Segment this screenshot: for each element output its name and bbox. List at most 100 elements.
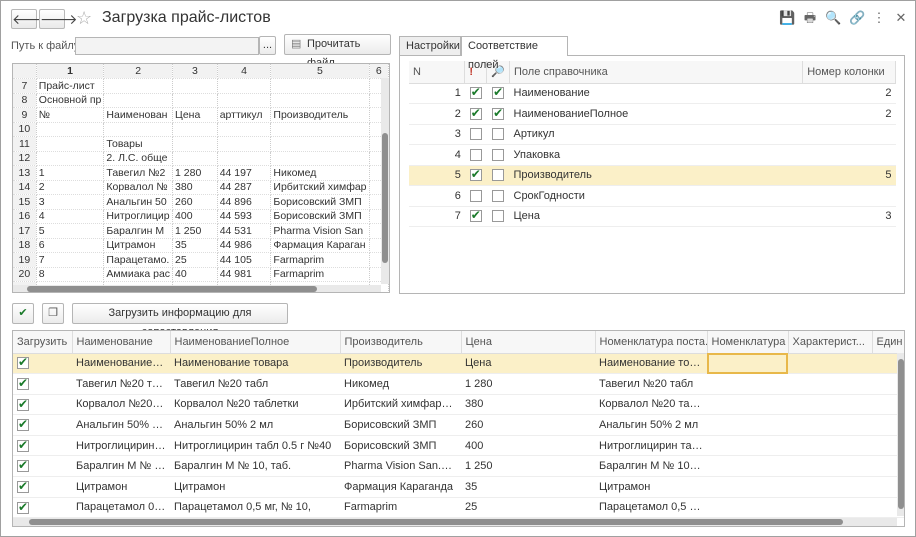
results-cell-char[interactable] [788,497,872,519]
sheet-row-number[interactable]: 14 [13,180,37,195]
results-cell-price[interactable]: 1 280 [461,373,595,395]
sheet-cell[interactable] [172,136,218,152]
results-cell-char[interactable] [788,435,872,457]
results-cell-full[interactable]: Нитроглицирин табл 0.5 г №40 [170,435,340,457]
sheet-row-number[interactable]: 8 [13,93,37,108]
check-all-button[interactable]: ✔ [12,303,34,324]
file-path-input[interactable] [75,37,259,55]
results-cell-name[interactable]: Наименование т... [72,353,170,375]
checkbox[interactable] [469,167,482,182]
sheet-cell[interactable]: Товары [103,136,174,152]
mapping-col-n[interactable]: N [409,61,466,84]
sheet-cell[interactable] [217,136,272,152]
load-checkbox[interactable] [17,500,29,514]
results-cell-full[interactable]: Анальгин 50% 2 мл [170,414,340,436]
mapping-field-name[interactable]: СрокГодности [509,185,803,207]
spreadsheet-preview[interactable]: 1 2 3 4 5 6 7 Прайс-лист 8 Основной пр 9 № Наи… [12,63,390,293]
load-checkbox-cell[interactable] [13,394,72,416]
mapping-n[interactable]: 5 [409,165,465,186]
results-cell-char[interactable] [788,353,872,375]
results-cell-nom[interactable] [707,497,788,519]
sheet-cell[interactable]: 400 [172,209,218,224]
results-cell-full[interactable]: Корвалол №20 таблетки [170,394,340,416]
results-cell-nom_sup[interactable]: Парацетамол 0,5 мг,... [595,497,707,519]
sheet-cell[interactable] [270,93,370,108]
sheet-cell[interactable]: Фармация Караган [270,238,370,253]
sheet-cell[interactable] [270,122,370,137]
results-cell-name[interactable]: Баралгин М № 1... [72,455,170,478]
results-cell-char[interactable] [788,476,872,498]
sheet-row-number[interactable]: 15 [13,194,37,210]
load-checkbox-cell[interactable] [13,414,72,436]
sheet-cell[interactable]: 1 280 [172,165,218,181]
results-row[interactable]: Корвалол №20 т...Корвалол №20 таблеткиИр… [13,394,904,416]
results-horizontal-scrollbar[interactable] [13,518,897,526]
mapping-search-checkbox[interactable] [486,165,510,186]
sheet-row-number[interactable]: 17 [13,223,37,239]
sheet-cell[interactable]: № [36,107,105,123]
sheet-cell[interactable]: 2. Л.С. обще [103,151,174,166]
mapping-n[interactable]: 2 [409,103,465,125]
tab-field-mapping[interactable]: Соответствие полей [461,36,568,71]
load-checkbox-cell[interactable] [13,497,72,519]
sheet-col-header[interactable]: 4 [217,64,272,79]
mapping-field-name[interactable]: Цена [509,206,803,227]
sheet-row-number[interactable]: 12 [13,151,37,166]
checkbox[interactable] [469,106,482,120]
checkbox[interactable] [492,128,505,141]
more-icon[interactable]: ⋮ [871,10,887,26]
results-col-header[interactable]: Характерист... [788,331,873,354]
results-cell-char[interactable] [788,455,872,478]
results-cell-maker[interactable]: Никомед [340,373,461,395]
load-checkbox-cell[interactable] [13,476,72,498]
sheet-cell[interactable] [217,93,272,108]
results-row[interactable]: Парацетамол 0,...Парацетамол 0,5 мг, № 1… [13,497,904,519]
sheet-cell[interactable]: 44 986 [217,238,272,253]
sheet-cell[interactable] [172,93,218,108]
sheet-cell[interactable]: 35 [172,238,218,253]
load-checkbox[interactable] [17,458,29,473]
mapping-col-column-number[interactable]: Номер колонки [802,61,896,84]
favorite-star-icon[interactable]: ☆ [76,8,92,29]
mapping-n[interactable]: 4 [409,144,465,166]
mapping-field-name[interactable]: Наименование [509,83,803,104]
results-cell-nom_sup[interactable]: Анальгин 50% 2 мл [595,414,707,436]
results-col-header[interactable]: Един [872,331,904,354]
results-row[interactable]: Нитроглицирин т...Нитроглицирин табл 0.5… [13,435,904,457]
load-checkbox[interactable] [17,397,29,411]
results-cell-name[interactable]: Корвалол №20 т... [72,394,170,416]
browse-button[interactable]: ... [259,36,276,55]
sheet-row-number[interactable]: 9 [13,107,37,123]
sheet-row[interactable]: 18 6 Цитрамон 35 44 986 Фармация Караган [13,238,389,253]
sheet-row-number[interactable]: 16 [13,209,37,224]
checkbox[interactable] [492,106,505,120]
results-cell-price[interactable]: 35 [461,476,595,498]
results-cell-maker[interactable]: Производитель [340,353,461,375]
sheet-col-header[interactable]: 2 [103,64,174,79]
sheet-cell[interactable] [172,78,218,94]
close-icon[interactable]: ✕ [893,10,909,26]
results-cell-nom[interactable] [707,353,788,375]
load-info-button[interactable]: Загрузить информацию для сопоставления [72,303,288,338]
sheet-cell[interactable] [217,78,272,94]
mapping-required-checkbox[interactable] [464,83,487,104]
results-cell-price[interactable]: 260 [461,414,595,436]
results-col-header[interactable]: Производитель [340,331,462,354]
mapping-col-field[interactable]: Поле справочника [509,61,804,84]
mapping-field-name[interactable]: Производитель [509,165,803,186]
results-col-header[interactable]: НаименованиеПолное [170,331,341,354]
sheet-cell[interactable]: 8 [36,267,105,282]
sheet-col-header[interactable]: 5 [270,64,370,79]
results-cell-nom_sup[interactable]: Корвалол №20 табл... [595,394,707,416]
mapping-required-checkbox[interactable] [464,165,487,186]
mapping-row[interactable]: 5Производитель5 [409,165,896,186]
sheet-cell[interactable]: 44 981 [217,267,272,282]
sheet-row[interactable]: 20 8 Аммиака рас 40 44 981 Farmaprim [13,267,389,282]
sheet-row[interactable]: 10 [13,122,389,137]
mapping-column-number[interactable]: 2 [802,103,896,125]
load-checkbox[interactable] [17,417,29,432]
results-cell-price[interactable]: Цена [461,353,595,375]
sheet-cell[interactable] [172,151,218,166]
sheet-row-number[interactable]: 19 [13,252,37,268]
sheet-cell[interactable]: Наименован [103,107,174,123]
